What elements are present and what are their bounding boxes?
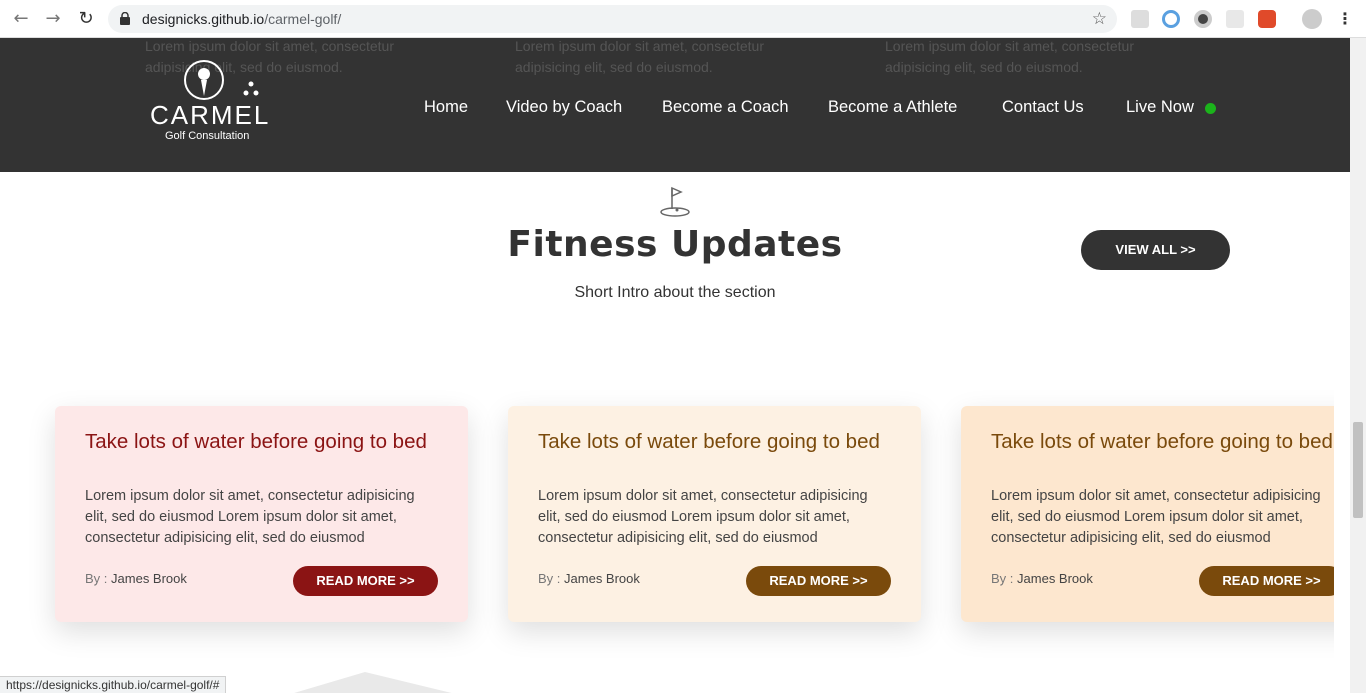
card-text-line: Lorem ipsum dolor sit amet, consectetur … — [991, 488, 1321, 504]
card-author: By : James Brook — [991, 571, 1093, 586]
card-text-line: consectetur adipisicing elit, sed do eiu… — [991, 530, 1271, 546]
extension-circle-icon[interactable] — [1162, 10, 1180, 28]
card-text-line: Lorem ipsum dolor sit amet, consectetur … — [538, 488, 868, 504]
nav-become-coach[interactable]: Become a Coach — [662, 98, 789, 117]
page-viewport: Lorem ipsum dolor sit amet, consectetur … — [0, 38, 1350, 693]
nav-home[interactable]: Home — [424, 98, 468, 117]
card-text: Lorem ipsum dolor sit amet, consectetur … — [991, 486, 1334, 549]
nav-video-by-coach[interactable]: Video by Coach — [506, 98, 622, 117]
extension-grid-icon[interactable] — [1226, 10, 1244, 28]
card-text-line: Lorem ipsum dolor sit amet, consectetur … — [85, 488, 415, 504]
card-text-line: elit, sed do eiusmod Lorem ipsum dolor s… — [538, 509, 850, 525]
decorative-shape — [294, 672, 452, 693]
card-author: By : James Brook — [85, 571, 187, 586]
update-card: Take lots of water before going to bed L… — [961, 406, 1334, 622]
card-by-label: By : — [538, 571, 561, 586]
card-text-line: elit, sed do eiusmod Lorem ipsum dolor s… — [991, 509, 1303, 525]
card-by-label: By : — [991, 571, 1014, 586]
scrollbar[interactable] — [1350, 38, 1366, 693]
update-card: Take lots of water before going to bed L… — [55, 406, 468, 622]
golf-flag-icon — [660, 186, 690, 217]
read-more-button[interactable]: READ MORE >> — [293, 566, 438, 596]
profile-avatar[interactable] — [1302, 9, 1322, 29]
view-all-button[interactable]: VIEW ALL >> — [1081, 230, 1230, 270]
bookmark-star-icon[interactable]: ☆ — [1092, 9, 1107, 29]
card-author: By : James Brook — [538, 571, 640, 586]
peek-text-2: Lorem ipsum dolor sit amet, consectetur … — [515, 38, 764, 75]
back-icon[interactable]: ← — [10, 8, 32, 30]
nav-live-now[interactable]: Live Now — [1126, 98, 1194, 117]
menu-kebab-icon[interactable]: ⋮ — [1334, 8, 1356, 30]
card-text-line: elit, sed do eiusmod Lorem ipsum dolor s… — [85, 509, 397, 525]
extension-dark-mode-icon[interactable] — [1194, 10, 1212, 28]
card-text-line: consectetur adipisicing elit, sed do eiu… — [85, 530, 365, 546]
nav-contact-us[interactable]: Contact Us — [1002, 98, 1084, 117]
card-title[interactable]: Take lots of water before going to bed — [991, 430, 1334, 454]
scrollbar-thumb[interactable] — [1353, 422, 1363, 518]
card-text: Lorem ipsum dolor sit amet, consectetur … — [85, 486, 445, 549]
url-path: /carmel-golf/ — [264, 11, 342, 27]
address-bar[interactable]: designicks.github.io/carmel-golf/ ☆ — [108, 5, 1117, 33]
url-host: designicks.github.io — [142, 11, 265, 27]
reload-icon[interactable]: ↻ — [75, 8, 97, 30]
card-author-name: James Brook — [111, 571, 187, 586]
logo-subtitle: Golf Consultation — [165, 130, 250, 142]
cards-carousel: Take lots of water before going to bed L… — [15, 368, 1334, 693]
card-by-label: By : — [85, 571, 108, 586]
nav-become-athlete[interactable]: Become a Athlete — [828, 98, 957, 117]
extension-eyedropper-icon[interactable] — [1131, 10, 1149, 28]
read-more-button[interactable]: READ MORE >> — [746, 566, 891, 596]
golf-ball-icon — [184, 60, 259, 100]
card-text-line: consectetur adipisicing elit, sed do eiu… — [538, 530, 818, 546]
card-text: Lorem ipsum dolor sit amet, consectetur … — [538, 486, 898, 549]
card-title[interactable]: Take lots of water before going to bed — [538, 430, 883, 454]
site-logo[interactable]: CARMEL Golf Consultation — [148, 60, 272, 146]
extension-red-icon[interactable] — [1258, 10, 1276, 28]
url-text: designicks.github.io/carmel-golf/ — [142, 11, 341, 27]
live-status-dot — [1205, 103, 1216, 114]
card-title[interactable]: Take lots of water before going to bed — [85, 430, 430, 454]
peek-text-3: Lorem ipsum dolor sit amet, consectetur … — [885, 38, 1134, 75]
browser-toolbar: ← → ↻ designicks.github.io/carmel-golf/ … — [0, 0, 1366, 38]
read-more-button[interactable]: READ MORE >> — [1199, 566, 1334, 596]
forward-icon[interactable]: → — [42, 8, 64, 30]
card-author-name: James Brook — [564, 571, 640, 586]
card-author-name: James Brook — [1017, 571, 1093, 586]
lock-icon — [120, 12, 130, 25]
update-card: Take lots of water before going to bed L… — [508, 406, 921, 622]
status-bar-url: https://designicks.github.io/carmel-golf… — [0, 676, 227, 693]
section-intro: Short Intro about the section — [574, 284, 776, 301]
site-header: Lorem ipsum dolor sit amet, consectetur … — [0, 38, 1350, 172]
logo-name: CARMEL — [150, 100, 271, 130]
